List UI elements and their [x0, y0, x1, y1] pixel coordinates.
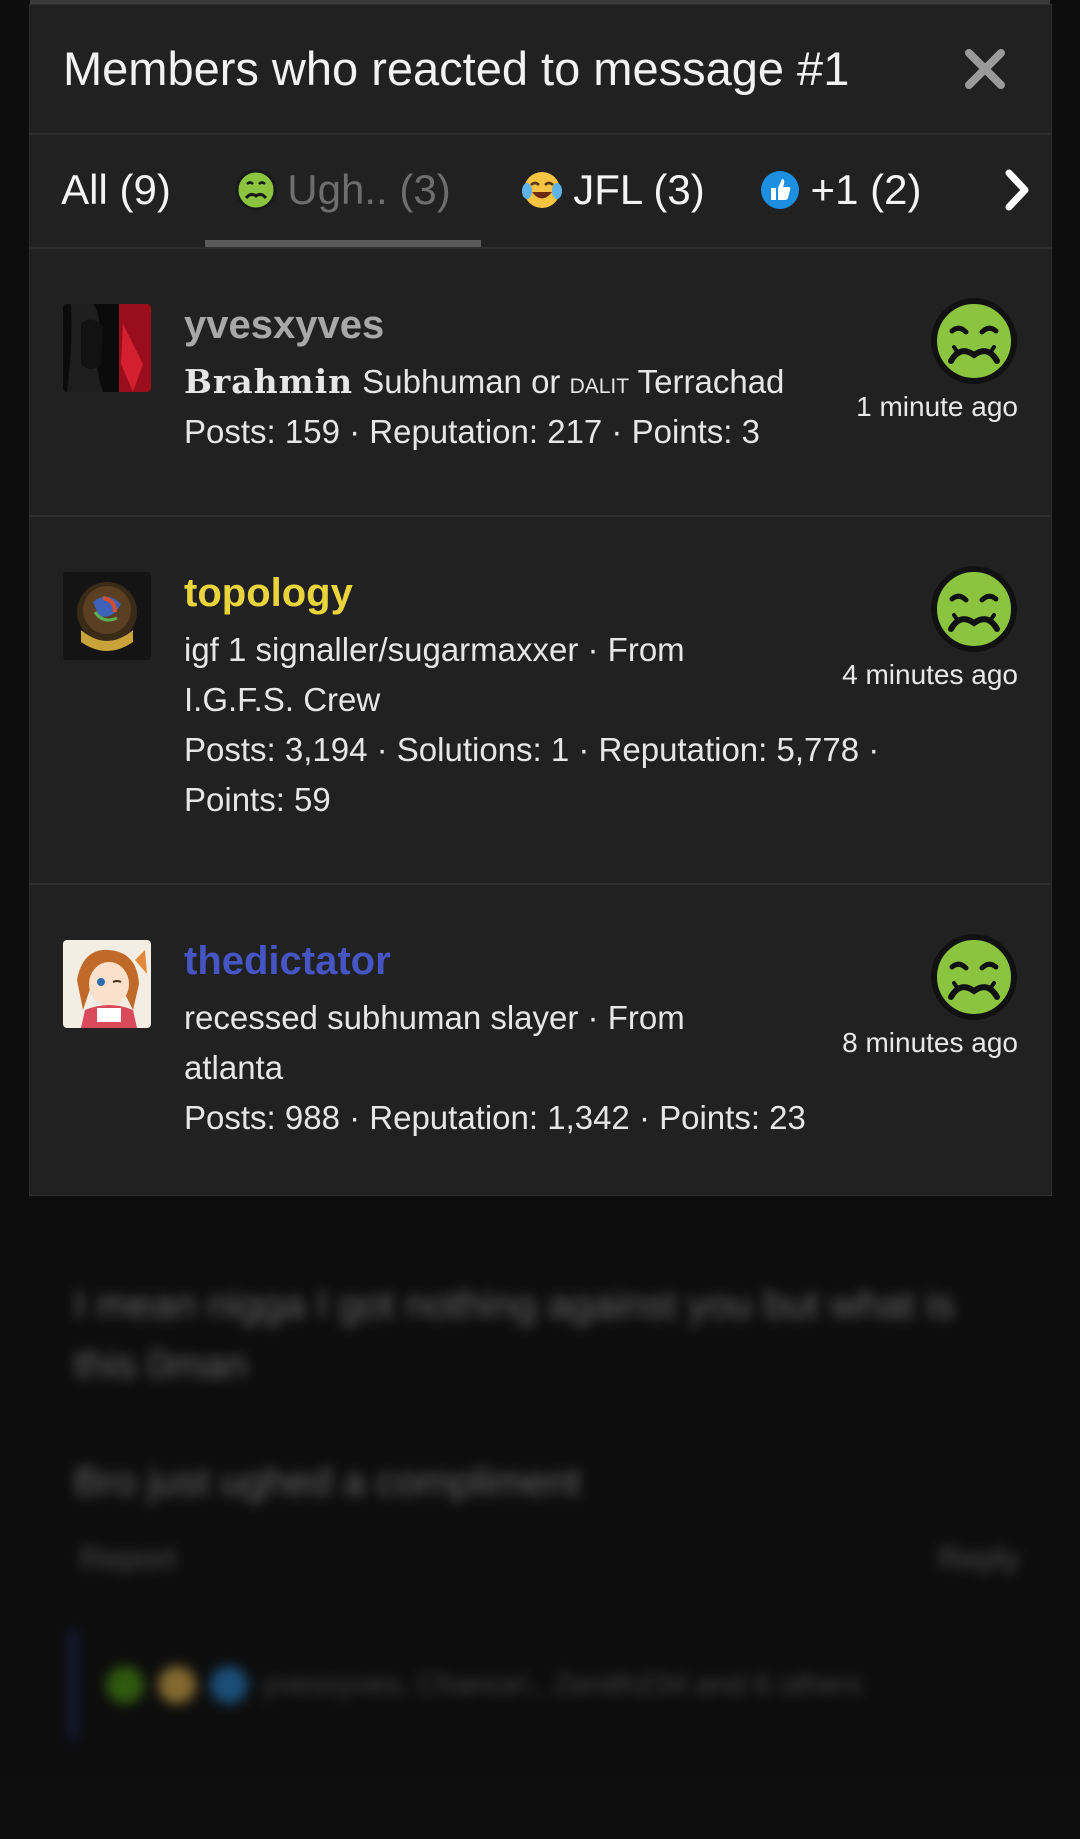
tab-label: JFL (3) [573, 166, 705, 213]
dialog-header: Members who reacted to message #1 [30, 5, 1051, 135]
laughing-tears-icon [521, 169, 563, 211]
tab-jfl[interactable]: JFL (3) [515, 135, 711, 245]
tab-label: All (9) [61, 166, 171, 213]
nauseated-face-icon [930, 297, 1018, 385]
title-brahmin: Brahmin [184, 362, 354, 401]
member-row: thedictator recessed subhuman slayer · F… [30, 885, 1051, 1201]
tabs-scroll-next-button[interactable] [997, 165, 1037, 215]
avatar[interactable] [63, 572, 151, 660]
member-user-title: igf 1 signaller/sugarmaxxer · From I.G.F… [184, 631, 685, 718]
tab-ugh[interactable]: Ugh.. (3) [205, 135, 481, 247]
title-text: Terrachad [629, 363, 785, 400]
tab-label: +1 (2) [810, 166, 922, 213]
tab-all[interactable]: All (9) [61, 135, 171, 245]
member-name-text: yvesxyves [184, 303, 385, 347]
reaction-time[interactable]: 1 minute ago [856, 391, 1018, 423]
member-stats: Posts: 3,194 · Solutions: 1 · Reputation… [184, 731, 880, 818]
reaction-tabs: All (9) Ugh.. (3) JFL (3) +1 (2) [30, 135, 1051, 249]
chevron-right-icon [1005, 169, 1029, 211]
member-name[interactable]: thedictator [184, 939, 391, 984]
member-stats: Posts: 988 · Reputation: 1,342 · Points:… [184, 1099, 806, 1136]
member-user-title: Brahmin Subhuman or DALIT Terrachad [184, 357, 824, 409]
dialog-title: Members who reacted to message #1 [63, 42, 850, 95]
tab-label: Ugh.. (3) [287, 166, 451, 213]
member-name-text: thedictator [184, 939, 391, 983]
nauseated-face-icon [235, 169, 277, 211]
reactions-dialog: Members who reacted to message #1 All (9… [29, 4, 1052, 1196]
member-name-text: topology [184, 571, 353, 615]
thumbs-up-icon [759, 169, 801, 211]
avatar[interactable] [63, 304, 151, 392]
title-dalit: DALIT [569, 367, 630, 400]
close-button[interactable] [963, 47, 1007, 91]
member-name[interactable]: yvesxyves [184, 303, 384, 348]
avatar[interactable] [63, 940, 151, 1028]
member-user-title: recessed subhuman slayer · From atlanta [184, 999, 685, 1086]
reaction-time[interactable]: 8 minutes ago [842, 1027, 1018, 1059]
member-row: yvesxyves Brahmin Subhuman or DALIT Terr… [30, 249, 1051, 517]
close-icon [965, 49, 1005, 89]
reaction-time[interactable]: 4 minutes ago [842, 659, 1018, 691]
member-row: topology igf 1 signaller/sugarmaxxer · F… [30, 517, 1051, 885]
tab-plus-one[interactable]: +1 (2) [750, 135, 930, 245]
title-text: Subhuman or [353, 363, 570, 400]
member-name[interactable]: topology [184, 571, 353, 616]
nauseated-face-icon [930, 933, 1018, 1021]
nauseated-face-icon [930, 565, 1018, 653]
member-stats: Posts: 159 · Reputation: 217 · Points: 3 [184, 413, 761, 450]
